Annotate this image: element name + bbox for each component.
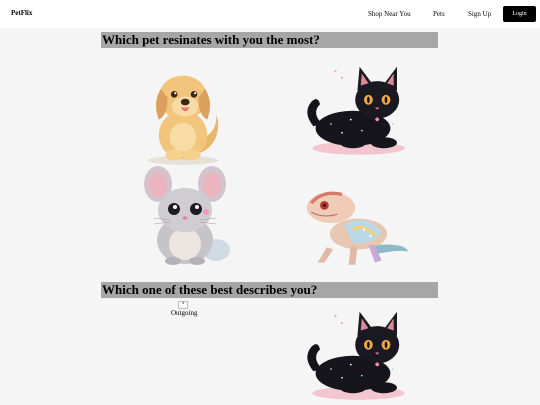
cat-illustration [307, 311, 405, 400]
nav-shop-near-you[interactable]: Shop Near You [368, 10, 411, 18]
option-outgoing-label[interactable]: Outgoing [171, 309, 197, 317]
question-2-title: Which one of these best describes you? [101, 282, 438, 298]
pet-option-lizard[interactable] [298, 168, 408, 278]
navbar: PetFlix Shop Near You Pets Sign Up Login [0, 0, 540, 28]
cat-illustration [307, 66, 405, 155]
nav-sign-up[interactable]: Sign Up [468, 10, 491, 18]
login-button[interactable]: Login [503, 6, 536, 22]
pet-option-cat-2[interactable] [298, 303, 408, 405]
pet-option-chinchilla[interactable] [135, 162, 245, 272]
lizard-illustration [306, 191, 408, 265]
pet-option-dog[interactable] [128, 58, 238, 168]
dog-illustration [147, 75, 219, 165]
brand-logo[interactable]: PetFlix [11, 9, 32, 17]
image-alt-text: a [182, 301, 185, 306]
pet-option-cat[interactable] [298, 58, 408, 168]
question-1-title: Which pet resinates with you the most? [101, 32, 438, 48]
nav-pets[interactable]: Pets [433, 10, 445, 18]
chinchilla-illustration [144, 166, 230, 265]
